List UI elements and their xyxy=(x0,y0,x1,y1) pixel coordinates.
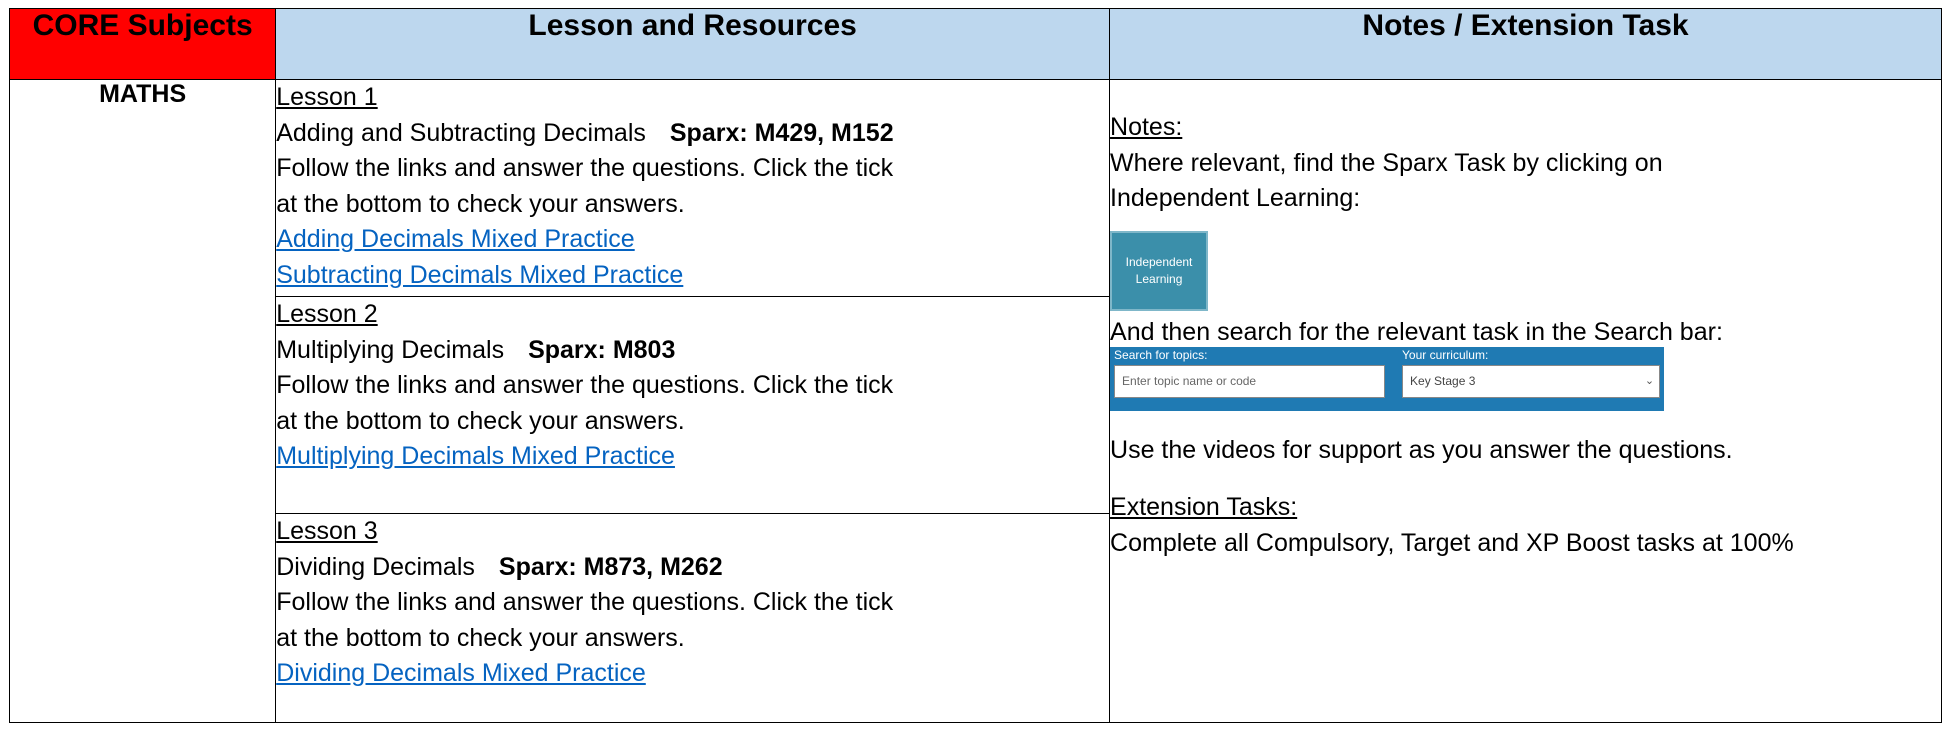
adding-decimals-link[interactable]: Adding Decimals Mixed Practice xyxy=(276,222,1109,258)
notes-cell: Notes: Where relevant, find the Sparx Ta… xyxy=(1109,79,1942,723)
curriculum-select[interactable]: Key Stage 3 ⌄ xyxy=(1402,364,1661,398)
notes-line-3: Use the videos for support as you answer… xyxy=(1110,435,1733,464)
notes-header: Notes / Extension Task xyxy=(1109,8,1942,80)
lesson-3-instructions: Follow the links and answer the question… xyxy=(276,588,894,652)
lesson-3-topic: Dividing Decimals xyxy=(276,552,475,581)
lesson-table: CORE Subjects Lesson and Resources Notes… xyxy=(8,8,1942,723)
subtracting-decimals-link[interactable]: Subtracting Decimals Mixed Practice xyxy=(276,258,1109,294)
lesson-2-sparx: Sparx: M803 xyxy=(528,335,676,364)
lesson-2-topic-line: Multiplying Decimals Sparx: M803 xyxy=(276,333,1109,369)
notes-heading: Notes: xyxy=(1110,113,1183,141)
lesson-3-cell: Lesson 3 Dividing Decimals Sparx: M873, M… xyxy=(275,513,1111,723)
lesson-2-topic: Multiplying Decimals xyxy=(276,335,505,364)
lesson-2-instructions: Follow the links and answer the question… xyxy=(276,371,894,435)
lesson-3-title: Lesson 3 xyxy=(276,517,378,545)
subject-cell: MATHS xyxy=(8,79,277,723)
lesson-1-sparx: Sparx: M429, M152 xyxy=(669,118,894,147)
curriculum-label: Your curriculum: xyxy=(1402,347,1489,362)
extension-text: Complete all Compulsory, Target and XP B… xyxy=(1110,528,1794,557)
header-row: CORE Subjects Lesson and Resources Notes… xyxy=(8,8,1942,80)
topic-search-input[interactable]: Enter topic name or code xyxy=(1114,364,1386,398)
lesson-row-1: MATHS Lesson 1 Adding and Subtracting De… xyxy=(8,79,1942,723)
notes-content: Notes: Where relevant, find the Sparx Ta… xyxy=(1110,80,1941,561)
multiplying-decimals-link[interactable]: Multiplying Decimals Mixed Practice xyxy=(276,439,1109,475)
lesson-3-topic-line: Dividing Decimals Sparx: M873, M262 xyxy=(276,550,1109,586)
sparx-search-bar: Search for topics: Your curriculum: Ente… xyxy=(1110,346,1665,411)
core-subjects-header: CORE Subjects xyxy=(8,8,277,80)
chevron-down-icon: ⌄ xyxy=(1644,374,1655,387)
notes-line-2: And then search for the relevant task in… xyxy=(1110,317,1723,346)
search-topics-label: Search for topics: xyxy=(1114,347,1208,362)
independent-learning-button[interactable]: Independent Learning xyxy=(1110,230,1209,311)
lesson-2-cell: Lesson 2 Multiplying Decimals Sparx: M803… xyxy=(275,296,1111,514)
lesson-1-topic: Adding and Subtracting Decimals xyxy=(276,118,646,147)
page: CORE Subjects Lesson and Resources Notes… xyxy=(0,0,1942,755)
notes-line-1: Where relevant, find the Sparx Task by c… xyxy=(1110,148,1663,213)
lesson-1-cell: Lesson 1 Adding and Subtracting Decimals… xyxy=(275,79,1111,297)
lesson-2-title: Lesson 2 xyxy=(276,300,378,328)
lesson-1-title: Lesson 1 xyxy=(276,83,378,111)
independent-learning-label: Independent Learning xyxy=(1125,254,1193,286)
extension-heading: Extension Tasks: xyxy=(1110,493,1298,521)
dividing-decimals-link[interactable]: Dividing Decimals Mixed Practice xyxy=(276,656,1109,692)
lesson-resources-header: Lesson and Resources xyxy=(275,8,1111,80)
lesson-1-topic-line: Adding and Subtracting Decimals Sparx: M4… xyxy=(276,116,1109,152)
lesson-1-instructions: Follow the links and answer the question… xyxy=(276,154,894,218)
lesson-3-sparx: Sparx: M873, M262 xyxy=(498,552,723,581)
curriculum-value: Key Stage 3 xyxy=(1410,373,1476,388)
